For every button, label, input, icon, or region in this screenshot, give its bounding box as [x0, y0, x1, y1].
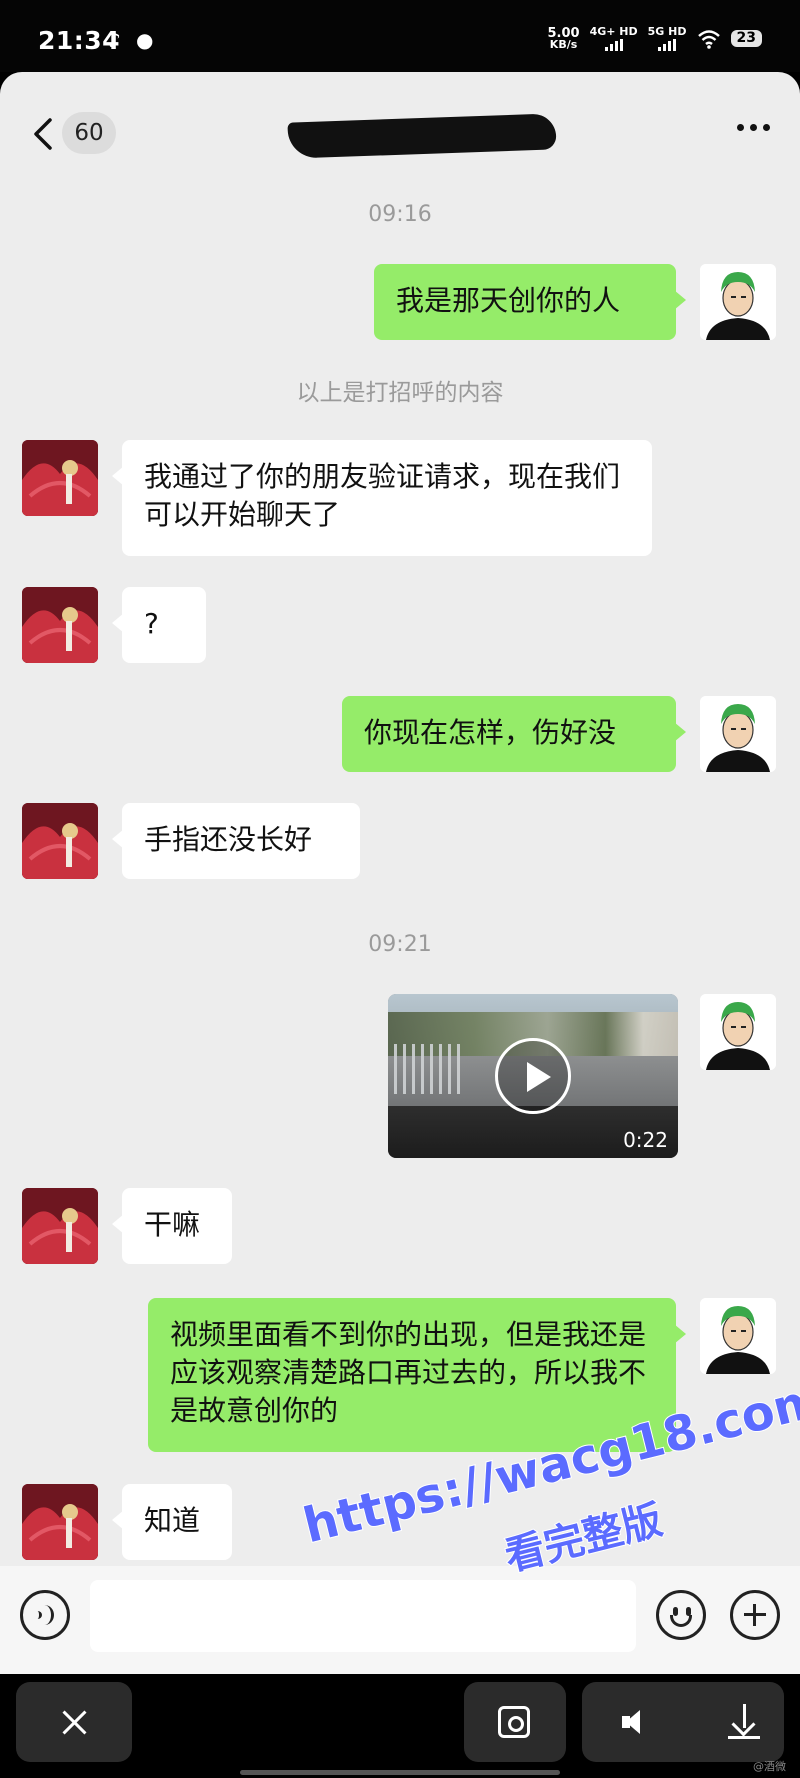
- message-input[interactable]: [90, 1580, 636, 1652]
- contact-avatar[interactable]: [22, 1188, 98, 1264]
- download-icon[interactable]: [730, 1704, 760, 1740]
- network-1-label: 4G+ HD: [589, 25, 638, 38]
- timestamp: 09:16: [368, 202, 432, 227]
- my-avatar[interactable]: [700, 696, 776, 772]
- signal-bars-icon: [590, 39, 638, 51]
- signal-bars-icon: [648, 39, 687, 51]
- plus-icon[interactable]: [730, 1590, 780, 1640]
- play-icon[interactable]: [495, 1038, 571, 1114]
- avatar-image: [700, 994, 776, 1070]
- avatar-image: [22, 1188, 98, 1264]
- home-indicator[interactable]: [240, 1770, 560, 1775]
- contact-avatar[interactable]: [22, 440, 98, 516]
- avatar-image: [700, 1298, 776, 1374]
- avatar-image: [22, 803, 98, 879]
- contact-name[interactable]: [287, 110, 557, 159]
- video-duration: 0:22: [623, 1128, 668, 1152]
- close-icon: [61, 1709, 87, 1735]
- my-avatar[interactable]: [700, 1298, 776, 1374]
- system-notice: 以上是打招呼的内容: [296, 380, 504, 406]
- contact-message-bubble[interactable]: 干嘛: [112, 1188, 232, 1264]
- avatar-image: [22, 1484, 98, 1560]
- avatar-image: [22, 440, 98, 516]
- network-2-label: 5G HD: [647, 25, 687, 38]
- scan-icon: [498, 1706, 530, 1738]
- avatar-image: [700, 264, 776, 340]
- message-input-bar: [0, 1566, 800, 1674]
- unread-count-badge[interactable]: 60: [62, 112, 116, 154]
- contact-message-bubble[interactable]: ?: [112, 587, 206, 663]
- contact-avatar[interactable]: [22, 803, 98, 879]
- speaker-icon[interactable]: [622, 1708, 652, 1736]
- redacted-name-scribble: [287, 113, 557, 159]
- avatar-image: [700, 696, 776, 772]
- net-speed: 5.00 KB/s: [547, 25, 580, 51]
- my-message-bubble[interactable]: 你现在怎样，伤好没: [342, 696, 686, 772]
- battery-indicator: 23: [730, 30, 762, 47]
- image-credit: @酒微: [753, 1760, 786, 1773]
- my-message-bubble[interactable]: 我是那天创你的人: [374, 264, 686, 340]
- signal-2: 5G HD: [648, 26, 687, 51]
- timestamp: 09:21: [368, 932, 432, 957]
- my-avatar[interactable]: [700, 264, 776, 340]
- contact-message-bubble[interactable]: 手指还没长好: [112, 803, 360, 879]
- chat-header: 60: [0, 72, 800, 190]
- voice-icon[interactable]: [20, 1590, 70, 1640]
- tiktok-icon: ♪: [108, 28, 121, 52]
- media-actions: [582, 1682, 784, 1762]
- wifi-icon: [697, 29, 720, 49]
- scan-button[interactable]: [464, 1682, 566, 1762]
- status-bar: 21:34 ♪ ● 5.00 KB/s 4G+ HD 5G HD 23: [0, 0, 800, 72]
- viewer-toolbar: @酒微: [0, 1674, 800, 1778]
- avatar-image: [22, 587, 98, 663]
- contact-avatar[interactable]: [22, 587, 98, 663]
- my-avatar[interactable]: [700, 994, 776, 1070]
- back-arrow-icon[interactable]: [28, 114, 58, 154]
- signal-1: 4G+ HD: [590, 26, 638, 51]
- contact-message-bubble[interactable]: 知道: [112, 1484, 232, 1560]
- close-button[interactable]: [16, 1682, 132, 1762]
- contact-message-bubble[interactable]: 我通过了你的朋友验证请求，现在我们可以开始聊天了: [112, 440, 652, 556]
- net-speed-value: 5.00: [547, 25, 580, 41]
- wechat-icon: ●: [136, 28, 154, 52]
- more-options-icon[interactable]: [737, 124, 770, 131]
- emoji-icon[interactable]: [656, 1590, 706, 1640]
- video-message[interactable]: 0:22: [388, 994, 678, 1158]
- net-speed-unit: KB/s: [549, 37, 578, 51]
- contact-avatar[interactable]: [22, 1484, 98, 1560]
